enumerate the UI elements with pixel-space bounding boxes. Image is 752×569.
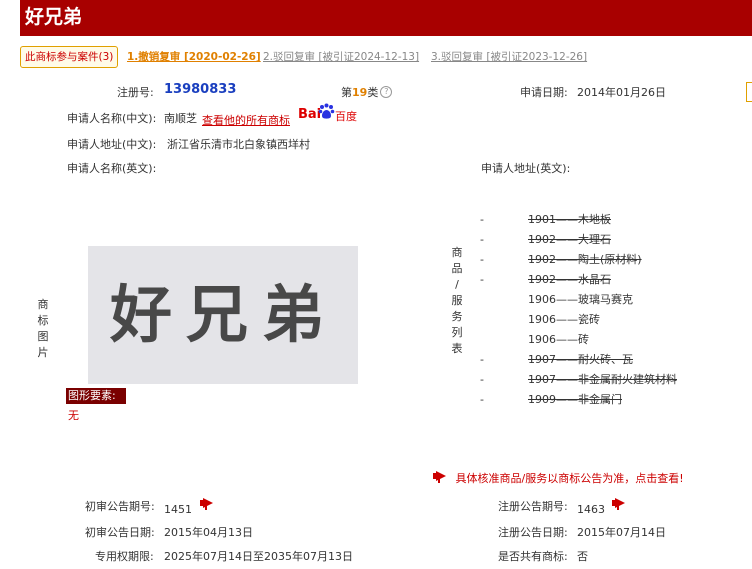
right-edge-button[interactable] — [746, 82, 752, 102]
prelim-date-label: 初审公告日期: — [85, 526, 155, 539]
shared-value: 否 — [577, 550, 588, 563]
goods-item-text: 1906——瓷砖 — [528, 313, 600, 326]
trademark-image: 好兄弟 — [88, 246, 358, 384]
goods-item-text: 1902——大理石 — [528, 233, 611, 246]
tab-cancel-review[interactable]: 1.撤销复审 [2020-02-26] — [127, 46, 261, 68]
goods-item-text: 1906——玻璃马赛克 — [528, 293, 633, 306]
tab-reject-review-2024[interactable]: 2.驳回复审 [被引证2024-12-13] — [263, 46, 419, 68]
reg-date-value: 2015年07月14日 — [577, 526, 666, 539]
goods-item-text: 1902——水晶石 — [528, 273, 611, 286]
goods-item-dash: - — [480, 373, 484, 386]
case-tabs: 此商标参与案件(3) 1.撤销复审 [2020-02-26] 2.驳回复审 [被… — [20, 46, 752, 68]
term-label: 专用权期限: — [95, 550, 154, 563]
goods-item-dash: - — [480, 353, 484, 366]
baidu-search-link[interactable]: Bai 百度 — [298, 103, 358, 125]
applicant-en-label: 申请人名称(英文): — [67, 162, 157, 175]
goods-item-text: 1907——非金属耐火建筑材料 — [528, 373, 677, 386]
applicant-cn-label: 申请人名称(中文): — [67, 112, 157, 125]
goods-item-dash: - — [480, 273, 484, 286]
address-cn-value: 浙江省乐清市北白象镇西垟村 — [167, 138, 310, 151]
goods-item-text: 1901——木地板 — [528, 213, 611, 226]
apply-date-label: 申请日期: — [520, 86, 568, 99]
goods-side-label: 商品 / 服 务列 表 — [451, 246, 463, 355]
tab-reject-review-2023[interactable]: 3.驳回复审 [被引证2023-12-26] — [431, 46, 587, 68]
goods-item-text: 1909——非金属门 — [528, 393, 622, 406]
term-value: 2025年07月14日至2035年07月13日 — [164, 550, 353, 563]
prelim-date-value: 2015年04月13日 — [164, 526, 253, 539]
reg-announce-no-label: 注册公告期号: — [498, 500, 568, 513]
reg-announcement-icon[interactable] — [612, 497, 631, 510]
goods-item-text: 1907——耐火砖、瓦 — [528, 353, 633, 366]
reg-no-value: 13980833 — [164, 82, 237, 97]
reg-no-label: 注册号: — [117, 86, 154, 99]
applicant-cn-value: 南顺芝 — [164, 112, 197, 125]
goods-item-dash: - — [480, 393, 484, 406]
figure-element-label: 图形要素: — [66, 388, 126, 404]
baidu-paw-icon — [318, 103, 335, 119]
reg-date-label: 注册公告日期: — [498, 526, 568, 539]
reg-announce-no-value: 1463 — [577, 503, 605, 516]
prelim-no-label: 初审公告期号: — [85, 500, 155, 513]
view-all-trademarks-link[interactable]: 查看他的所有商标 — [202, 112, 290, 128]
goods-item-dash: - — [480, 233, 484, 246]
goods-item-text: 1902——陶土(原材料) — [528, 253, 642, 266]
shared-label: 是否共有商标: — [498, 550, 568, 563]
goods-item-dash: - — [480, 253, 484, 266]
prelim-announcement-icon[interactable] — [200, 497, 219, 510]
help-icon[interactable]: ? — [380, 86, 393, 98]
trademark-title: 好兄弟 — [25, 6, 83, 28]
prelim-no-value: 1451 — [164, 503, 192, 516]
megaphone-icon — [433, 470, 452, 483]
tab-cases[interactable]: 此商标参与案件(3) — [20, 46, 119, 68]
address-cn-label: 申请人地址(中文): — [67, 138, 157, 151]
goods-notice-link[interactable]: 具体核准商品/服务以商标公告为准，点击查看! — [433, 470, 684, 486]
address-en-label: 申请人地址(英文): — [481, 162, 571, 175]
figure-element-value: 无 — [68, 409, 79, 422]
apply-date-value: 2014年01月26日 — [577, 86, 666, 99]
class-value: 第19类? — [341, 84, 393, 100]
page-header: 好兄弟 — [20, 0, 752, 36]
goods-item-text: 1906——砖 — [528, 333, 589, 346]
mark-image-side-label: 商标 图片 — [37, 298, 49, 359]
goods-item-dash: - — [480, 213, 484, 226]
trademark-image-text: 好兄弟 — [110, 278, 339, 351]
